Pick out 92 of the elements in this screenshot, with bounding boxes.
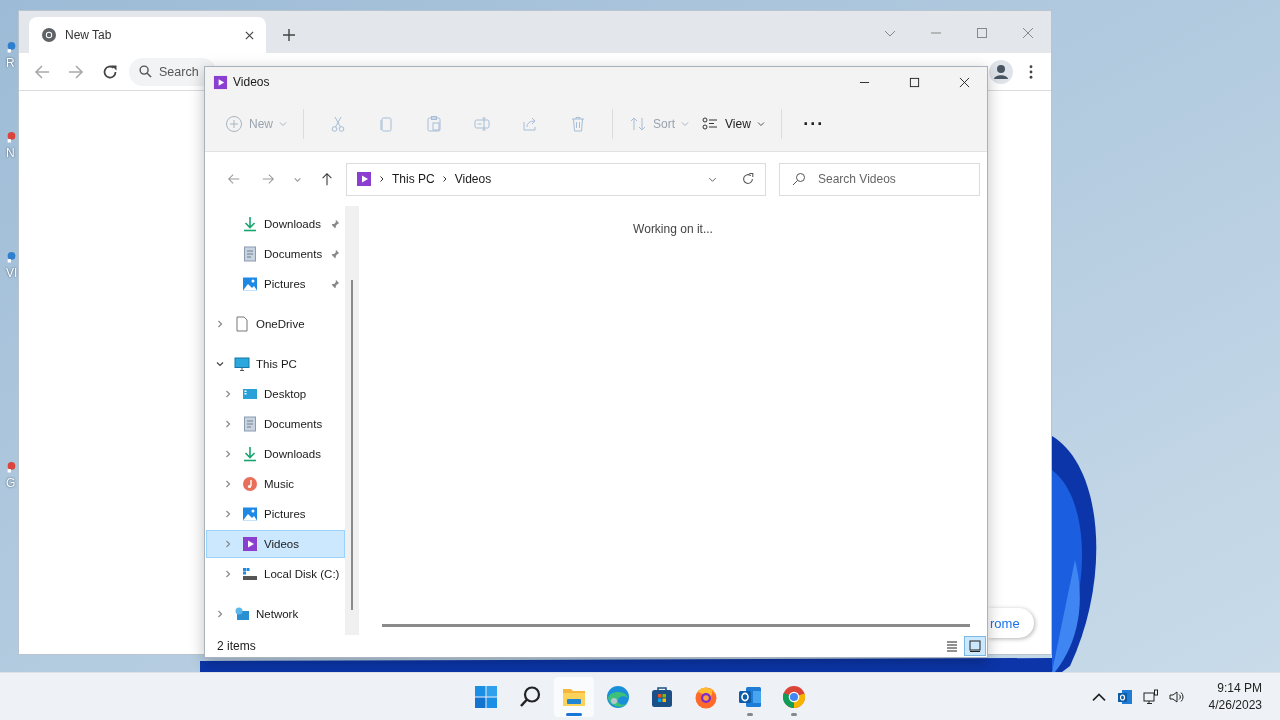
search-icon — [139, 65, 152, 78]
item-count: 2 items — [217, 639, 256, 653]
nav-item[interactable]: This PC — [206, 350, 346, 378]
search-icon — [792, 172, 806, 186]
plus-icon[interactable] — [283, 29, 295, 41]
video-icon — [242, 536, 258, 552]
nav-item[interactable]: Pictures — [206, 500, 346, 528]
chevron-right-icon — [378, 175, 386, 183]
sort-icon — [629, 115, 647, 133]
search-icon[interactable] — [518, 685, 542, 709]
browser-tab[interactable]: New Tab — [29, 17, 266, 53]
list-icon — [946, 640, 958, 652]
maximize-icon[interactable] — [909, 76, 920, 88]
desktop-shortcut-icon[interactable] — [6, 460, 17, 474]
customize-button[interactable]: rome — [988, 608, 1034, 638]
download-icon — [242, 446, 258, 462]
search-field[interactable]: Search Videos — [779, 162, 980, 196]
plus-circle-icon — [225, 115, 243, 133]
clock-date: 4/26/2023 — [1208, 697, 1262, 714]
nav-item[interactable]: Videos — [206, 530, 346, 558]
clock[interactable]: 9:14 PM 4/26/2023 — [1208, 680, 1262, 714]
music-icon — [242, 476, 258, 492]
copy-icon — [377, 115, 395, 133]
close-icon[interactable] — [959, 76, 970, 88]
share-icon — [521, 115, 539, 133]
firefox-icon[interactable] — [694, 685, 718, 709]
view-button[interactable]: View — [695, 107, 771, 141]
network-icon — [234, 606, 250, 622]
windows-logo-icon[interactable] — [474, 685, 498, 709]
rename-icon — [473, 115, 491, 133]
loading-message: Working on it... — [633, 222, 713, 236]
caret-icon — [756, 120, 765, 128]
nav-item[interactable]: Network — [206, 600, 346, 628]
breadcrumb[interactable]: Videos — [454, 172, 492, 186]
nav-item[interactable]: Documents — [206, 240, 346, 268]
nav-item[interactable]: Downloads — [206, 440, 346, 468]
tiles-view-button[interactable] — [964, 636, 986, 656]
chrome-icon — [41, 27, 57, 43]
back-arrow-icon[interactable] — [227, 172, 241, 186]
nav-item[interactable]: Documents — [206, 410, 346, 438]
video-icon — [356, 171, 372, 187]
chrome-icon[interactable] — [782, 685, 806, 709]
scrollbar-thumb[interactable] — [382, 624, 970, 627]
tile-icon — [969, 640, 981, 652]
drive-icon — [242, 566, 258, 582]
breadcrumb[interactable]: This PC — [392, 172, 435, 186]
address-bar[interactable]: Search — [129, 57, 216, 86]
file-icon — [234, 316, 250, 332]
outlook-icon[interactable] — [738, 685, 762, 709]
desktop-shortcut-icon[interactable] — [6, 250, 17, 264]
outlook-icon[interactable] — [1116, 689, 1133, 705]
forward-arrow-icon[interactable] — [68, 63, 84, 80]
clipboard-icon — [425, 115, 443, 133]
caret-icon — [279, 120, 287, 128]
desktop-shortcut-icon[interactable] — [6, 40, 17, 54]
refresh-icon[interactable] — [741, 172, 755, 186]
view-icon — [701, 115, 720, 133]
document-icon — [242, 246, 258, 262]
edge-icon[interactable] — [606, 685, 630, 709]
network-icon[interactable] — [1142, 689, 1159, 705]
desktop-icon — [242, 386, 258, 402]
chevron-right-icon — [440, 175, 449, 183]
nav-item[interactable]: OneDrive — [206, 310, 346, 338]
speaker-icon[interactable] — [1168, 689, 1185, 705]
nav-item[interactable]: Desktop — [206, 380, 346, 408]
reload-icon[interactable] — [102, 63, 118, 80]
clock-time: 9:14 PM — [1217, 680, 1262, 697]
nav-item[interactable]: Pictures — [206, 270, 346, 298]
more-button[interactable]: ··· — [791, 107, 836, 141]
video-icon — [213, 74, 228, 90]
profile-icon[interactable] — [989, 59, 1013, 84]
trash-icon — [569, 115, 587, 133]
desktop-shortcut-icon[interactable] — [6, 130, 17, 144]
window-title: Videos — [233, 75, 270, 89]
back-arrow-icon[interactable] — [34, 63, 50, 80]
close-icon[interactable] — [245, 30, 254, 40]
address-bar[interactable]: This PC Videos — [346, 162, 766, 196]
caret-icon — [681, 120, 690, 128]
download-icon — [242, 216, 258, 232]
monitor-icon — [234, 356, 250, 372]
menu-icon[interactable] — [1029, 64, 1033, 79]
store-icon[interactable] — [650, 685, 674, 709]
picture-icon — [242, 276, 258, 292]
scrollbar-thumb[interactable] — [351, 280, 354, 610]
forward-arrow-icon[interactable] — [261, 172, 275, 186]
nav-item[interactable]: Downloads — [206, 210, 346, 238]
picture-icon — [242, 506, 258, 522]
nav-item[interactable]: Music — [206, 470, 346, 498]
document-icon — [242, 416, 258, 432]
scissors-icon — [329, 115, 347, 133]
up-arrow-icon[interactable] — [320, 172, 334, 186]
nav-item[interactable]: Local Disk (C:) — [206, 560, 346, 588]
